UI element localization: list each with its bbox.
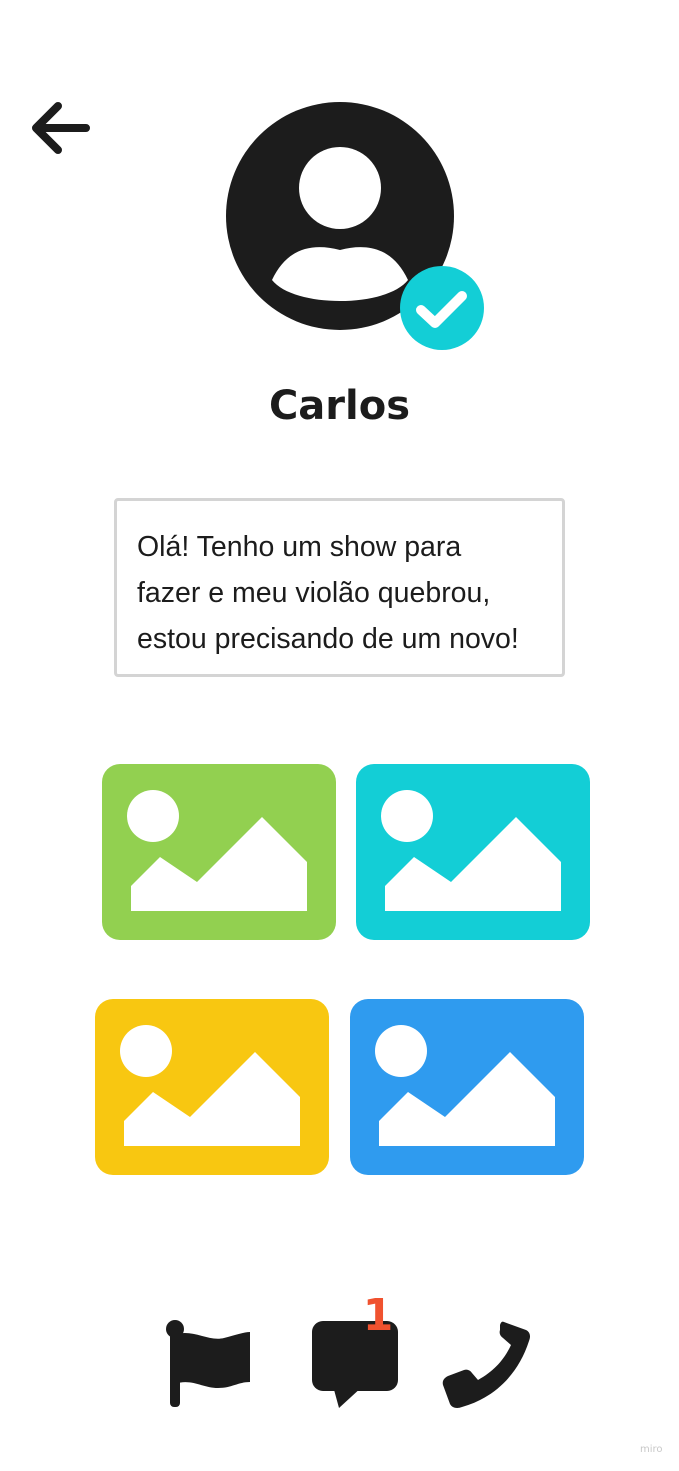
image-icon	[95, 999, 329, 1175]
call-button[interactable]	[438, 1318, 532, 1410]
flag-icon	[166, 1320, 250, 1407]
photo-thumbnail-2[interactable]	[356, 764, 590, 940]
photo-thumbnail-1[interactable]	[102, 764, 336, 940]
arrow-left-icon	[32, 102, 90, 154]
image-icon	[350, 999, 584, 1175]
report-button[interactable]	[162, 1318, 254, 1410]
message-text: Olá! Tenho um show para fazer e meu viol…	[137, 531, 519, 655]
checkmark-icon	[400, 266, 484, 350]
unread-badge: 1	[362, 1290, 394, 1341]
photo-thumbnail-4[interactable]	[350, 999, 584, 1175]
photo-thumbnail-3[interactable]	[95, 999, 329, 1175]
profile-name: Carlos	[268, 383, 411, 429]
phone-icon	[442, 1321, 530, 1408]
message-card: Olá! Tenho um show para fazer e meu viol…	[114, 498, 565, 677]
back-button[interactable]	[28, 98, 94, 162]
verified-badge	[399, 265, 485, 351]
image-icon	[356, 764, 590, 940]
image-icon	[102, 764, 336, 940]
watermark: miro	[640, 1444, 663, 1455]
